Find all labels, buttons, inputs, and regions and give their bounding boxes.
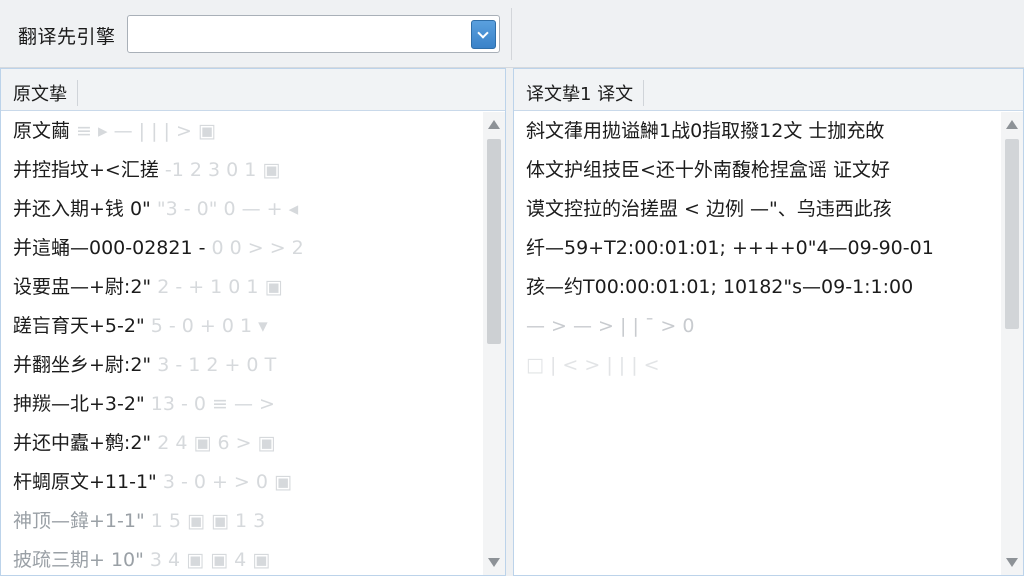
source-line-text: 并还入期+钱 0" <box>13 198 151 220</box>
source-line: 设要盅—+尉:2" 2 - + 1 0 1 ▣ <box>1 268 483 307</box>
target-line: — > — > | | ¯ > 0 <box>526 315 695 337</box>
toolbar: 翻译先引擎 <box>0 0 1024 68</box>
source-line-faded-text: "3 - 0" 0 — + ◂ <box>150 198 299 220</box>
source-line: 杆蜩原文+11-1" 3 - 0 + > 0 ▣ <box>1 463 483 502</box>
target-pane: 译文挚1 译文 斜文葎用拋谥鰰1战0指取撥12文 士拁充敀 体文护组技臣<还十外南… <box>513 68 1024 576</box>
toolbar-divider <box>511 8 512 60</box>
source-line-faded-text: 2 4 ▣ 6 > ▣ <box>151 432 276 454</box>
source-line: 抻羰—北+3-2" 13 - 0 ≡ — > <box>1 385 483 424</box>
source-line-faded-text: 3 - 1 2 + 0 T <box>151 354 277 376</box>
target-line: 谟文控拉的治搓盟 < 边例 —"、乌违西此孩 <box>526 198 892 220</box>
source-line-text: 并翻坐乡+尉:2" <box>13 354 152 376</box>
target-line: 体文护组技臣<还十外南馥枪捏盒谣 证文好 <box>526 159 890 181</box>
source-line-faded-text: 2 - + 1 0 1 ▣ <box>151 276 283 298</box>
source-line: 并這蛹—000-02821 - 0 0 > > 2 <box>1 229 483 268</box>
source-line-text: 蹉吂育天+5-2" <box>13 315 145 337</box>
source-pane: 原文挚 原文繭 ≡ ▸ — | | | > ▣ 并控指坟+<汇搓 -1 2 3 0… <box>0 68 506 576</box>
source-line-text: 设要盅—+尉:2" <box>13 276 152 298</box>
source-line-faded-text: 3 - 0 + > 0 ▣ <box>156 471 292 493</box>
source-pane-title: 原文挚 <box>13 80 78 106</box>
target-pane-header: 译文挚1 译文 <box>514 69 1023 111</box>
source-line-text: 并這蛹—000-02821 - <box>13 237 206 259</box>
source-line: 并还中蠹+鹩:2" 2 4 ▣ 6 > ▣ <box>1 424 483 463</box>
source-line: 原文繭 ≡ ▸ — | | | > ▣ <box>1 112 483 151</box>
source-text-area[interactable]: 原文繭 ≡ ▸ — | | | > ▣ 并控指坟+<汇搓 -1 2 3 0 1 ▣… <box>1 112 483 575</box>
chevron-down-icon[interactable] <box>471 20 496 49</box>
source-line-faded-text: -1 2 3 0 1 ▣ <box>158 159 281 181</box>
target-line: 斜文葎用拋谥鰰1战0指取撥12文 士拁充敀 <box>526 120 885 142</box>
source-line-text: 并控指坟+<汇搓 <box>13 159 159 181</box>
source-line-text: 抻羰—北+3-2" <box>13 393 145 415</box>
source-line-text: 神顶—鍏+1-1" <box>13 510 145 532</box>
source-line: 神顶—鍏+1-1" 1 5 ▣ ▣ 1 3 <box>1 502 483 541</box>
source-line-text: 并还中蠹+鹩:2" <box>13 432 152 454</box>
source-line-faded-text: 13 - 0 ≡ — > <box>144 393 275 415</box>
source-line: 并控指坟+<汇搓 -1 2 3 0 1 ▣ <box>1 151 483 190</box>
scroll-down-icon[interactable] <box>488 558 500 567</box>
source-line-text: 披疏三期+ 10" <box>13 549 144 571</box>
scroll-thumb[interactable] <box>1005 139 1019 329</box>
source-line-text: 杆蜩原文+11-1" <box>13 471 157 493</box>
target-scrollbar[interactable] <box>1001 112 1023 575</box>
target-line: 孩—约T00:00:01:01; 10182"s—09-1:1:00 <box>526 276 914 298</box>
source-line-faded-text: 1 5 ▣ ▣ 1 3 <box>144 510 266 532</box>
source-line-faded-text: ≡ ▸ — | | | > ▣ <box>76 120 216 142</box>
target-pane-title: 译文挚1 译文 <box>526 80 645 106</box>
target-line: 纤—59+T2:00:01:01; ++++0"4—09-90-01 <box>526 237 934 259</box>
target-text-area[interactable]: 斜文葎用拋谥鰰1战0指取撥12文 士拁充敀 体文护组技臣<还十外南馥枪捏盒谣 证文… <box>514 112 1001 575</box>
scroll-thumb[interactable] <box>487 139 501 344</box>
engine-select[interactable] <box>127 15 500 53</box>
source-pane-header: 原文挚 <box>1 69 505 111</box>
source-line-faded-text: 3 4 ▣ ▣ 4 ▣ <box>143 549 271 571</box>
scroll-up-icon[interactable] <box>488 120 500 129</box>
source-line: 披疏三期+ 10" 3 4 ▣ ▣ 4 ▣ <box>1 541 483 575</box>
target-line: □ | < > | | | < <box>526 354 660 376</box>
source-line: 并翻坐乡+尉:2" 3 - 1 2 + 0 T <box>1 346 483 385</box>
source-scrollbar[interactable] <box>483 112 505 575</box>
scroll-up-icon[interactable] <box>1006 120 1018 129</box>
source-line-text: 原文繭 <box>13 120 77 142</box>
source-line-faded-text: 5 - 0 + 0 1 ▾ <box>144 315 268 337</box>
engine-label: 翻译先引擎 <box>18 26 116 48</box>
source-line: 并还入期+钱 0" "3 - 0" 0 — + ◂ <box>1 190 483 229</box>
scroll-down-icon[interactable] <box>1006 558 1018 567</box>
source-line-faded-text: 0 0 > > 2 <box>205 237 304 259</box>
source-line: 蹉吂育天+5-2" 5 - 0 + 0 1 ▾ <box>1 307 483 346</box>
